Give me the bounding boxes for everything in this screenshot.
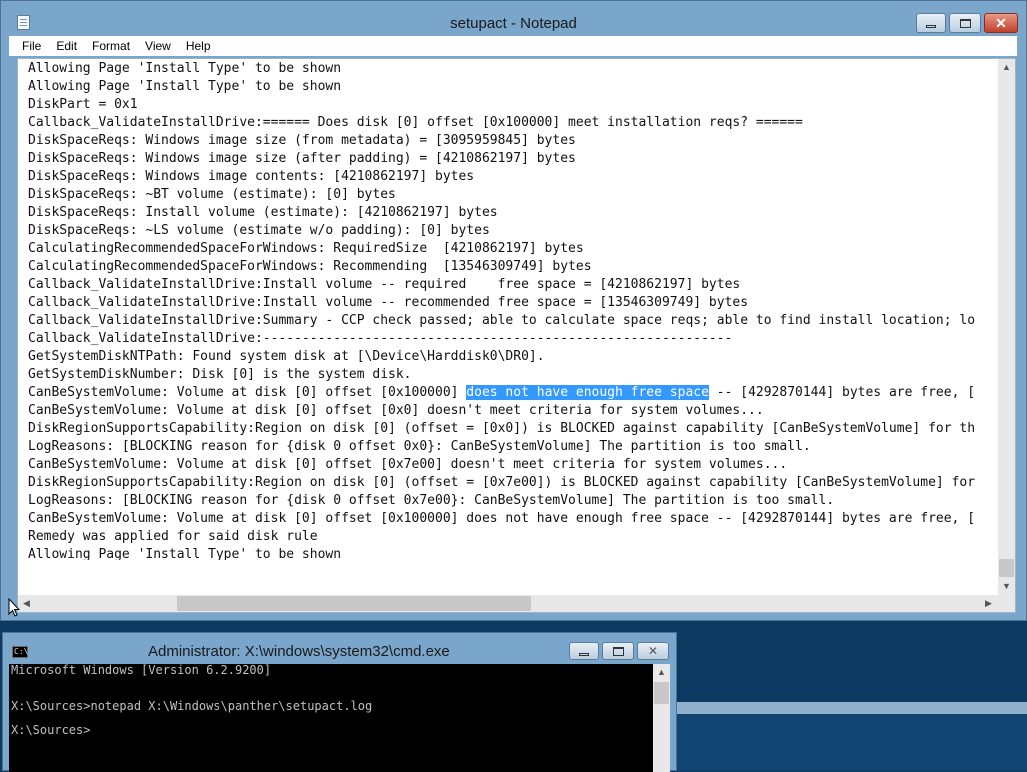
cmd-maximize-button[interactable] — [602, 642, 634, 660]
text-line[interactable]: Allowing Page 'Install Type' to be shown — [28, 60, 996, 78]
text-line[interactable]: GetSystemDiskNTPath: Found system disk a… — [28, 348, 996, 366]
text-line[interactable]: DiskSpaceReqs: Windows image size (after… — [28, 150, 996, 168]
vertical-scroll-thumb[interactable] — [999, 559, 1014, 577]
text-line[interactable]: DiskRegionSupportsCapability:Region on d… — [28, 420, 996, 438]
console-text[interactable]: Microsoft Windows [Version 6.2.9200] X:\… — [11, 664, 651, 772]
notepad-title-bar[interactable]: setupact - Notepad ✕ — [1, 1, 1026, 35]
text-line[interactable]: DiskPart = 0x1 — [28, 96, 996, 114]
menu-file[interactable]: File — [9, 39, 48, 53]
text-line[interactable]: LogReasons: [BLOCKING reason for {disk 0… — [28, 492, 996, 510]
console-line: X:\Sources>notepad X:\Windows\panther\se… — [11, 699, 373, 713]
text-line[interactable]: CanBeSystemVolume: Volume at disk [0] of… — [28, 510, 996, 528]
text-line[interactable]: DiskSpaceReqs: Windows image contents: [… — [28, 168, 996, 186]
text-line[interactable]: Callback_ValidateInstallDrive:====== Doe… — [28, 114, 996, 132]
close-icon: ✕ — [995, 14, 1007, 31]
scroll-right-icon[interactable]: ▶ — [980, 595, 997, 612]
close-icon: ✕ — [647, 644, 659, 658]
menu-edit[interactable]: Edit — [54, 39, 84, 53]
scroll-up-icon[interactable]: ▲ — [998, 59, 1015, 76]
text-line[interactable]: Callback_ValidateInstallDrive:----------… — [28, 330, 996, 348]
notepad-title: setupact - Notepad — [450, 15, 577, 32]
text-line[interactable]: CanBeSystemVolume: Volume at disk [0] of… — [28, 384, 996, 402]
text-line[interactable]: GetSystemDiskNumber: Disk [0] is the sys… — [28, 366, 996, 384]
maximize-button[interactable] — [949, 13, 981, 33]
menu-format[interactable]: Format — [90, 39, 137, 53]
desktop-background — [677, 714, 1027, 771]
text-line[interactable]: CanBeSystemVolume: Volume at disk [0] of… — [28, 402, 996, 420]
maximize-icon — [612, 646, 624, 656]
cmd-close-button[interactable]: ✕ — [637, 642, 669, 660]
cmd-vertical-scrollbar[interactable]: ▲ — [653, 664, 670, 772]
editor-text[interactable]: Allowing Page 'Install Type' to be shown… — [28, 60, 996, 560]
scroll-up-icon[interactable]: ▲ — [653, 664, 670, 681]
text-line[interactable]: DiskSpaceReqs: ~BT volume (estimate): [0… — [28, 186, 996, 204]
scroll-left-icon[interactable]: ◀ — [18, 595, 35, 612]
text-line[interactable]: Allowing Page 'Install Type' to be shown — [28, 546, 996, 560]
console-line: Microsoft Windows [Version 6.2.9200] — [11, 664, 272, 677]
maximize-icon — [959, 18, 971, 28]
horizontal-scroll-thumb[interactable] — [177, 596, 531, 611]
minimize-icon — [926, 24, 936, 28]
selected-text[interactable]: does not have enough free space — [466, 385, 709, 400]
text-line[interactable]: Allowing Page 'Install Type' to be shown — [28, 78, 996, 96]
cmd-app-icon[interactable]: C:\ — [12, 646, 28, 658]
text-line[interactable]: Callback_ValidateInstallDrive:Install vo… — [28, 294, 996, 312]
cmd-window: C:\ Administrator: X:\windows\system32\c… — [2, 632, 677, 772]
text-line[interactable]: DiskRegionSupportsCapability:Region on d… — [28, 474, 996, 492]
text-line[interactable]: CalculatingRecommendedSpaceForWindows: R… — [28, 258, 996, 276]
console-line: X:\Sources> — [11, 723, 91, 737]
text-line[interactable]: CalculatingRecommendedSpaceForWindows: R… — [28, 240, 996, 258]
horizontal-scrollbar[interactable]: ◀ ▶ — [18, 595, 1015, 612]
scroll-down-icon[interactable]: ▼ — [998, 578, 1015, 595]
close-button[interactable]: ✕ — [984, 13, 1018, 33]
cmd-title-bar[interactable]: C:\ Administrator: X:\windows\system32\c… — [3, 633, 676, 663]
menu-view[interactable]: View — [143, 39, 178, 53]
cmd-scroll-thumb[interactable] — [654, 682, 669, 704]
cmd-minimize-button[interactable] — [569, 642, 599, 660]
minimize-button[interactable] — [916, 13, 946, 33]
desktop-band — [677, 702, 1027, 714]
vertical-scrollbar[interactable]: ▲ ▼ — [998, 59, 1015, 595]
text-line[interactable]: DiskSpaceReqs: Install volume (estimate)… — [28, 204, 996, 222]
cmd-title: Administrator: X:\windows\system32\cmd.e… — [148, 643, 450, 660]
text-editor[interactable]: Allowing Page 'Install Type' to be shown… — [17, 58, 1016, 613]
text-line[interactable]: DiskSpaceReqs: Windows image size (from … — [28, 132, 996, 150]
menu-help[interactable]: Help — [184, 39, 218, 53]
text-line[interactable]: CanBeSystemVolume: Volume at disk [0] of… — [28, 456, 996, 474]
notepad-window: setupact - Notepad ✕ File Edit Format Vi… — [0, 0, 1027, 621]
minimize-icon — [579, 652, 589, 656]
text-line[interactable]: Callback_ValidateInstallDrive:Install vo… — [28, 276, 996, 294]
text-line[interactable]: Remedy was applied for said disk rule — [28, 528, 996, 546]
console-area[interactable]: Microsoft Windows [Version 6.2.9200] X:\… — [9, 664, 670, 772]
text-line[interactable]: Callback_ValidateInstallDrive:Summary - … — [28, 312, 996, 330]
menu-bar: File Edit Format View Help — [9, 36, 1017, 56]
text-line[interactable]: DiskSpaceReqs: ~LS volume (estimate w/o … — [28, 222, 996, 240]
text-line[interactable]: LogReasons: [BLOCKING reason for {disk 0… — [28, 438, 996, 456]
